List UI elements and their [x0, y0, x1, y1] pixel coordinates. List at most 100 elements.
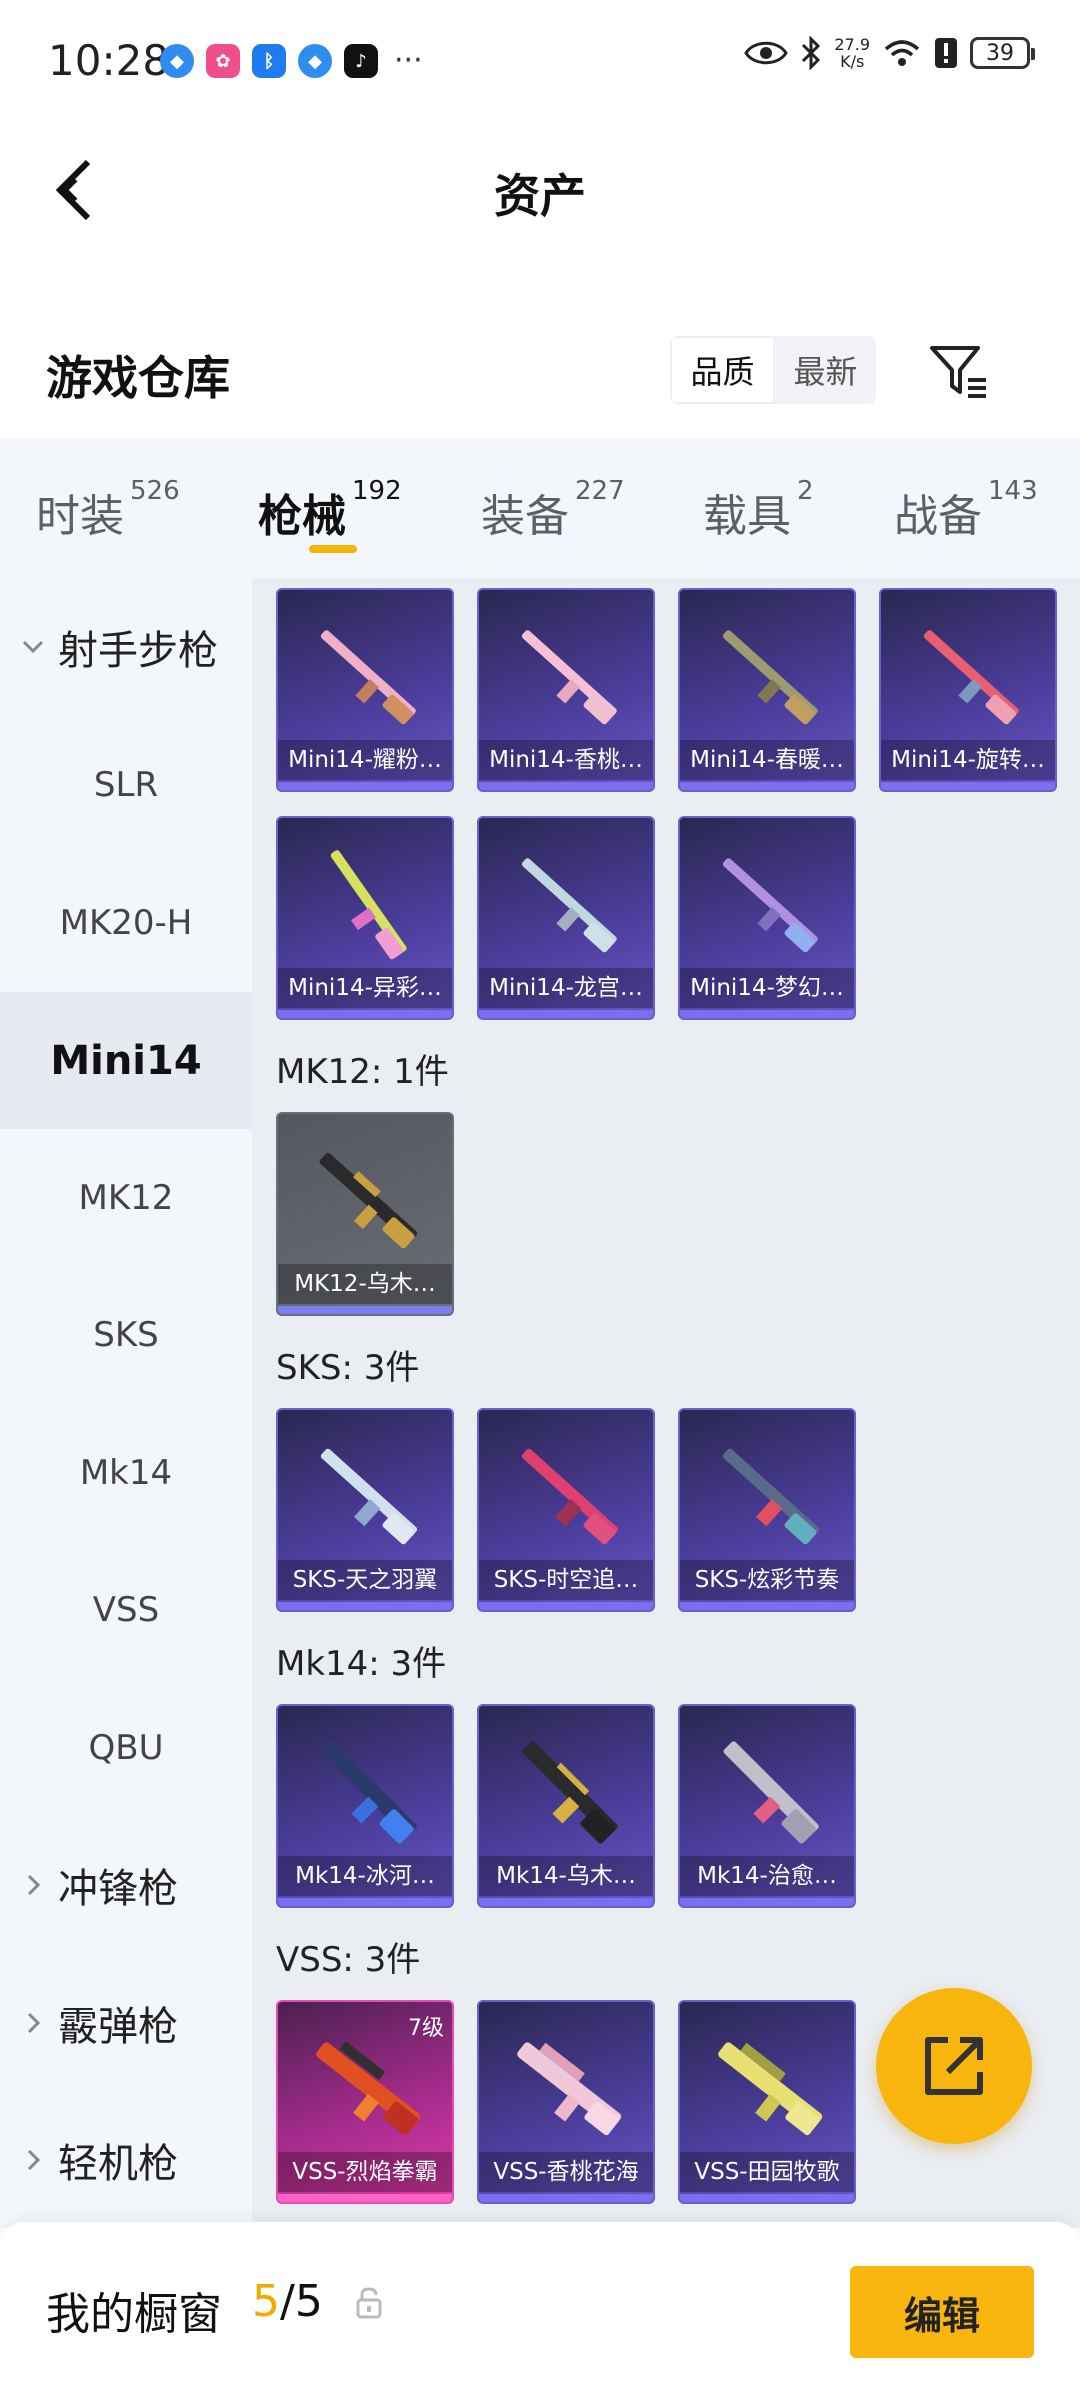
- weapon-name: Mk14-治愈…: [680, 1856, 854, 1896]
- weapon-card[interactable]: Mk14-冰河…: [276, 1704, 454, 1908]
- weapon-card[interactable]: MK12-乌木…: [276, 1112, 454, 1316]
- filter-button[interactable]: [926, 338, 992, 404]
- group-label-vss: VSS: 3件: [276, 1940, 421, 1980]
- tab-outfits[interactable]: 时装 526: [36, 476, 180, 544]
- sidebar-group-label: 霰弹枪: [58, 2003, 178, 2050]
- rifle-skin-icon: [316, 2041, 421, 2136]
- nav-bar: 资产: [0, 120, 1080, 260]
- group-label-sks: SKS: 3件: [276, 1348, 420, 1388]
- weapon-card[interactable]: Mini14-耀粉…: [276, 588, 454, 792]
- speed-unit: K/s: [840, 52, 865, 71]
- status-right: 27.9 K/s 39: [744, 36, 1035, 70]
- share-button[interactable]: [876, 1988, 1032, 2144]
- weapon-card[interactable]: Mk14-治愈…: [678, 1704, 856, 1908]
- sidebar-group-label: 轻机枪: [58, 2140, 178, 2187]
- weapon-name: VSS-田园牧歌: [680, 2152, 854, 2192]
- sidebar-item-sks[interactable]: SKS: [0, 1266, 252, 1403]
- app-notification-icon: ◆: [298, 44, 332, 78]
- sidebar-group-lmg[interactable]: 轻机枪: [0, 2091, 252, 2228]
- weapon-card[interactable]: SKS-时空追…: [477, 1408, 655, 1612]
- weapon-card[interactable]: Mini14-异彩…: [276, 816, 454, 1020]
- tab-guns[interactable]: 枪械 192: [258, 476, 402, 544]
- app-notification-icon: ◆: [160, 44, 194, 78]
- tab-label: 战备: [894, 491, 982, 542]
- sort-quality-option[interactable]: 品质: [670, 336, 775, 404]
- weapon-name: SKS-时空追…: [479, 1560, 653, 1600]
- weapon-name: Mini14-异彩…: [278, 968, 452, 1008]
- external-link-icon: [925, 2037, 983, 2095]
- rifle-skin-icon: [722, 858, 818, 953]
- bluetooth-icon: [802, 36, 821, 70]
- weapon-name: Mk14-冰河…: [278, 1856, 452, 1896]
- rifle-skin-icon: [521, 630, 617, 725]
- rarity-bar: [680, 1602, 854, 1610]
- rarity-bar: [278, 1010, 452, 1018]
- network-speed: 27.9 K/s: [834, 36, 870, 70]
- sidebar-item-qbu[interactable]: QBU: [0, 1679, 252, 1816]
- sidebar-item-vss[interactable]: VSS: [0, 1541, 252, 1678]
- weapon-name: SKS-天之羽翼: [278, 1560, 452, 1600]
- rifle-skin-icon: [320, 1448, 418, 1545]
- weapon-card[interactable]: Mini14-梦幻…: [678, 816, 856, 1020]
- battery-level: 39: [986, 40, 1014, 66]
- chevron-down-icon: [22, 640, 44, 653]
- sidebar-group-smg[interactable]: 冲锋枪: [0, 1816, 252, 1953]
- rifle-skin-icon: [522, 1741, 618, 1844]
- sort-newest-option[interactable]: 最新: [775, 336, 876, 404]
- weapon-name: SKS-炫彩节奏: [680, 1560, 854, 1600]
- eye-icon: [744, 41, 789, 65]
- rarity-bar: [479, 1010, 653, 1018]
- chevron-right-icon: [27, 2149, 41, 2170]
- rifle-skin-icon: [722, 630, 818, 725]
- rifle-skin-icon: [521, 858, 617, 953]
- chevron-right-icon: [27, 1874, 41, 1895]
- sidebar-item-slr[interactable]: SLR: [0, 716, 252, 853]
- sidebar-group-shotgun[interactable]: 霰弹枪: [0, 1954, 252, 2091]
- weapon-name: Mini14-耀粉…: [278, 740, 452, 780]
- tab-equipment[interactable]: 装备 227: [481, 476, 625, 544]
- showcase-total: /5: [280, 2276, 323, 2327]
- notification-icons: ◆ ✿ ᛒ ◆ ♪ ···: [160, 44, 423, 78]
- showcase-title: 我的橱窗: [46, 2289, 222, 2340]
- sidebar-item-mk12[interactable]: MK12: [0, 1129, 252, 1266]
- weapon-card[interactable]: VSS-香桃花海: [477, 2000, 655, 2204]
- weapon-card[interactable]: VSS-田园牧歌: [678, 2000, 856, 2204]
- sidebar-item-mini14[interactable]: Mini14: [0, 992, 252, 1129]
- weapon-type-sidebar: 射手步枪 SLR MK20-H Mini14 MK12 SKS Mk14 VSS…: [0, 578, 252, 2228]
- weapon-name: VSS-香桃花海: [479, 2152, 653, 2192]
- weapon-card[interactable]: Mini14-龙宫…: [477, 816, 655, 1020]
- weapon-name: MK12-乌木…: [278, 1264, 452, 1304]
- group-label-mk12: MK12: 1件: [276, 1052, 449, 1092]
- filter-icon: [930, 346, 986, 398]
- sidebar-item-mk14[interactable]: Mk14: [0, 1404, 252, 1541]
- chevron-right-icon: [27, 2012, 41, 2033]
- sidebar-group-marksman-rifle[interactable]: 射手步枪: [0, 578, 252, 715]
- weapon-card[interactable]: SKS-天之羽翼: [276, 1408, 454, 1612]
- tab-label: 载具: [703, 491, 791, 542]
- rarity-bar: [680, 1010, 854, 1018]
- weapon-card[interactable]: Mini14-旋转…: [879, 588, 1057, 792]
- sidebar-item-mk20h[interactable]: MK20-H: [0, 854, 252, 991]
- rarity-bar: [479, 1898, 653, 1906]
- more-notifications-icon: ···: [394, 43, 423, 78]
- rarity-bar: [278, 1602, 452, 1610]
- app-notification-icon: ✿: [206, 44, 240, 78]
- showcase-count: 5/5: [252, 2276, 323, 2327]
- sidebar-group-label: 冲锋枪: [58, 1865, 178, 1912]
- weapon-card[interactable]: Mk14-乌木…: [477, 1704, 655, 1908]
- edit-button[interactable]: 编辑: [850, 2266, 1034, 2358]
- weapon-card[interactable]: Mini14-春暖…: [678, 588, 856, 792]
- tab-count: 192: [352, 476, 402, 506]
- rarity-bar: [278, 2194, 452, 2202]
- weapon-card[interactable]: Mini14-香桃…: [477, 588, 655, 792]
- rifle-skin-icon: [718, 2042, 823, 2136]
- battery-indicator: 39: [970, 37, 1035, 69]
- rifle-skin-icon: [320, 630, 416, 725]
- tab-supplies[interactable]: 战备 143: [894, 476, 1038, 544]
- weapon-card[interactable]: SKS-炫彩节奏: [678, 1408, 856, 1612]
- tab-vehicles[interactable]: 载具 2: [703, 476, 814, 544]
- rifle-skin-icon: [923, 630, 1019, 725]
- weapon-card[interactable]: 7级 VSS-烈焰拳霸: [276, 2000, 454, 2204]
- rarity-bar: [278, 782, 452, 790]
- showcase-bar: 我的橱窗 5/5 编辑: [0, 2222, 1080, 2382]
